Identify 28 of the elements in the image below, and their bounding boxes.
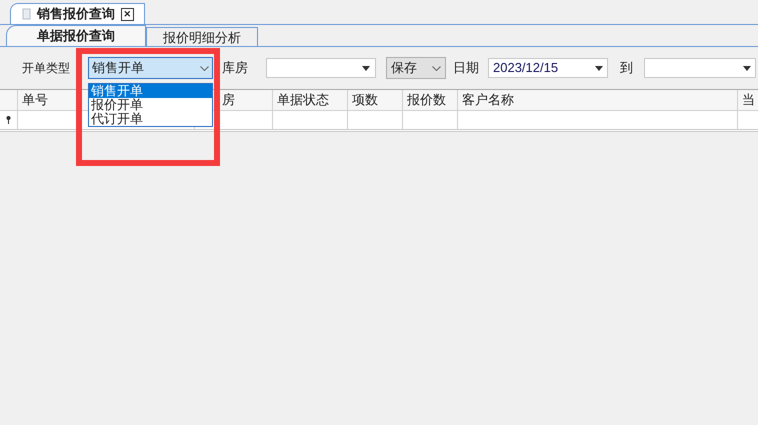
column-header[interactable]: 报价数 <box>403 90 458 110</box>
end-date-field[interactable] <box>644 58 756 78</box>
caret-icon <box>595 66 603 70</box>
chevron-icon <box>200 66 209 70</box>
close-button[interactable]: ✕ <box>121 8 134 20</box>
column-header[interactable]: 项数 <box>348 90 403 110</box>
column-header[interactable]: 客户名称 <box>458 90 738 110</box>
tab[interactable]: 单据报价查询 <box>6 25 146 46</box>
tab[interactable]: 报价明细分析 <box>146 27 258 46</box>
dropdown-option[interactable]: 销售开单 <box>89 84 212 98</box>
caret-icon <box>743 66 751 70</box>
field-label: 库房 <box>222 60 248 76</box>
chevron-icon <box>432 66 441 70</box>
warehouse-dropdown[interactable] <box>266 58 376 78</box>
caret-icon <box>362 66 370 70</box>
column-header[interactable]: 当 <box>738 90 758 110</box>
document-title: 销售报价查询 <box>37 5 115 24</box>
order-type-dropdown[interactable]: 销售开单 <box>88 57 213 79</box>
filter-pin-icon <box>6 116 11 124</box>
field-label: 到 <box>620 60 633 76</box>
column-header[interactable]: 单据状态 <box>273 90 348 110</box>
status-dropdown[interactable]: 保存 <box>386 57 446 79</box>
dropdown-option[interactable]: 代订开单 <box>89 112 212 126</box>
date-field[interactable]: 2023/12/15 <box>488 58 608 78</box>
field-label: 开单类型 <box>22 61 70 75</box>
document-tab[interactable]: 销售报价查询 ✕ <box>10 3 145 24</box>
document-icon <box>21 8 31 20</box>
field-label: 日期 <box>453 60 479 76</box>
